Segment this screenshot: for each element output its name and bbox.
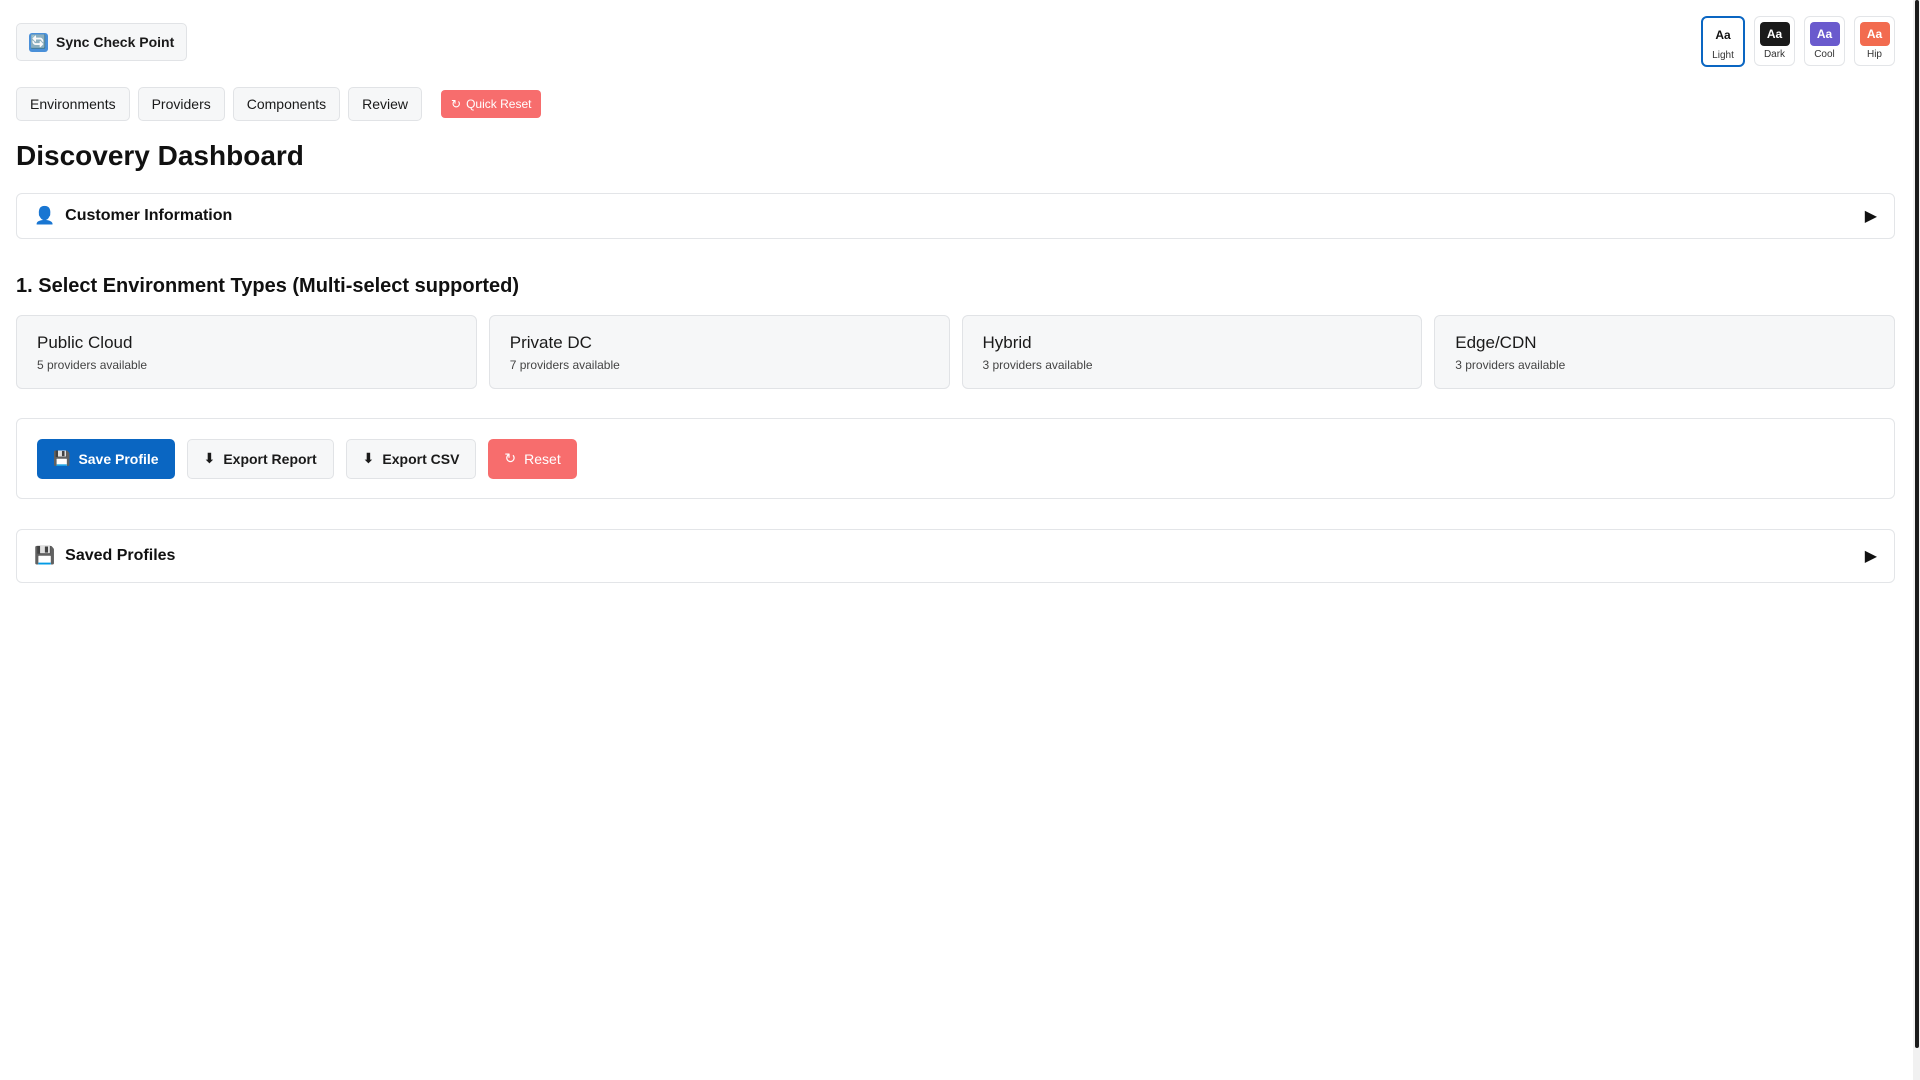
save-profile-button[interactable]: 💾 Save Profile	[37, 438, 175, 479]
refresh-icon: ↻	[451, 97, 462, 111]
theme-light-swatch: Aa	[1708, 23, 1738, 47]
tab-environments[interactable]: Environments	[16, 87, 130, 121]
env-card-edge-cdn[interactable]: Edge/CDN 3 providers available	[1434, 315, 1895, 389]
user-icon: 👤	[34, 206, 56, 225]
action-panel: 💾 Save Profile ⬇ Export Report ⬇ Export …	[16, 418, 1895, 499]
page-scrollbar-thumb[interactable]	[1915, 0, 1919, 1048]
env-card-providers: 7 providers available	[509, 358, 620, 372]
env-card-name: Hybrid	[982, 333, 1032, 352]
tab-providers[interactable]: Providers	[137, 87, 225, 121]
env-card-providers: 5 providers available	[37, 358, 148, 372]
env-card-name: Public Cloud	[37, 333, 133, 352]
theme-cool-swatch: Aa	[1809, 22, 1840, 46]
environment-section-title: 1. Select Environment Types (Multi-selec…	[16, 275, 520, 297]
quick-reset-label: Quick Reset	[466, 97, 532, 111]
env-card-public-cloud[interactable]: Public Cloud 5 providers available	[16, 315, 477, 389]
saved-profiles-title: Saved Profiles	[65, 547, 176, 564]
floppy-disk-icon: 💾	[53, 450, 71, 466]
theme-cool-button[interactable]: Aa Cool	[1804, 16, 1845, 66]
sync-icon: 🔄	[29, 32, 48, 52]
theme-dark-swatch: Aa	[1759, 22, 1790, 46]
env-card-hybrid[interactable]: Hybrid 3 providers available	[961, 315, 1423, 389]
page-title: Discovery Dashboard	[16, 140, 304, 171]
reset-button[interactable]: ↻ Reset	[488, 438, 577, 479]
refresh-icon: ↻	[504, 450, 517, 466]
page-scrollbar[interactable]	[1913, 0, 1920, 1080]
env-card-name: Private DC	[509, 333, 592, 352]
env-card-private-dc[interactable]: Private DC 7 providers available	[488, 315, 950, 389]
env-card-providers: 3 providers available	[982, 358, 1093, 372]
expand-arrow-icon[interactable]: ▶	[1865, 546, 1877, 566]
download-icon: ⬇	[203, 450, 216, 466]
theme-hip-label: Hip	[1866, 49, 1882, 60]
export-csv-button[interactable]: ⬇ Export CSV	[345, 438, 477, 479]
quick-reset-button[interactable]: ↻ Quick Reset	[441, 90, 542, 118]
sync-check-point-label: Sync Check Point	[56, 34, 175, 50]
tab-review[interactable]: Review	[348, 87, 423, 121]
theme-cool-label: Cool	[1814, 49, 1835, 60]
theme-light-label: Light	[1712, 50, 1734, 61]
export-csv-label: Export CSV	[382, 450, 460, 467]
env-card-providers: 3 providers available	[1455, 358, 1566, 372]
save-profile-label: Save Profile	[78, 450, 159, 467]
download-icon: ⬇	[362, 450, 375, 466]
env-card-name: Edge/CDN	[1455, 333, 1537, 352]
export-report-button[interactable]: ⬇ Export Report	[186, 438, 334, 479]
theme-light-button[interactable]: Aa Light	[1701, 16, 1745, 67]
sync-check-point-button[interactable]: 🔄 Sync Check Point	[16, 23, 188, 61]
environment-grid: Public Cloud 5 providers available Priva…	[16, 315, 1895, 389]
theme-dark-button[interactable]: Aa Dark	[1754, 16, 1795, 66]
expand-arrow-icon[interactable]: ▶	[1865, 206, 1877, 226]
tab-components[interactable]: Components	[232, 87, 341, 121]
reset-label: Reset	[524, 450, 561, 467]
theme-hip-button[interactable]: Aa Hip	[1854, 16, 1895, 66]
theme-switcher: Aa Light Aa Dark Aa Cool Aa Hip	[1701, 16, 1895, 67]
theme-hip-swatch: Aa	[1859, 22, 1890, 46]
customer-information-title: Customer Information	[65, 207, 233, 224]
floppy-disk-icon: 💾	[34, 546, 56, 565]
main-tabs: Environments Providers Components Review…	[16, 87, 542, 121]
theme-dark-label: Dark	[1763, 49, 1786, 60]
customer-information-panel[interactable]: 👤 Customer Information ▶	[16, 193, 1895, 239]
saved-profiles-panel[interactable]: 💾 Saved Profiles ▶	[16, 529, 1895, 583]
export-report-label: Export Report	[223, 450, 317, 467]
